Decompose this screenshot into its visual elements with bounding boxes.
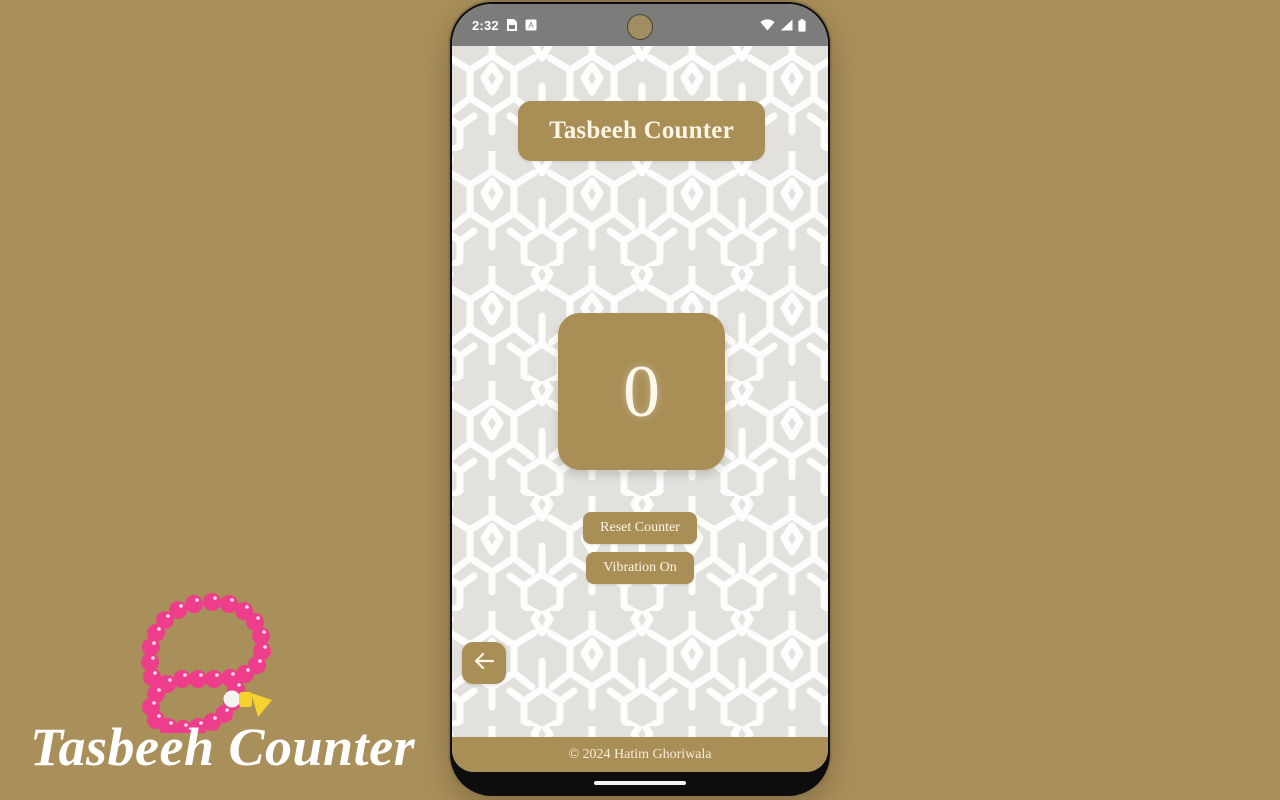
brand-title: Tasbeeh Counter <box>30 717 416 777</box>
svg-text:A: A <box>528 21 534 30</box>
status-bar-right-group <box>760 18 806 32</box>
footer-bar: © 2024 Hatim Ghoriwala <box>452 737 828 772</box>
phone-device-frame: 2:32 A Tasbeeh Counter 0 Reset Counter V… <box>450 2 830 796</box>
action-button-group: Reset Counter Vibration On <box>452 512 828 584</box>
status-bar: 2:32 A <box>452 4 828 46</box>
phone-screen: 2:32 A Tasbeeh Counter 0 Reset Counter V… <box>452 4 828 772</box>
counter-display[interactable]: 0 <box>558 313 725 470</box>
status-clock: 2:32 <box>472 17 499 33</box>
home-indicator[interactable] <box>594 781 686 785</box>
vibration-toggle-button[interactable]: Vibration On <box>586 552 694 584</box>
counter-value: 0 <box>623 350 660 433</box>
branding-panel: Tasbeeh Counter <box>0 0 452 800</box>
punch-hole-camera-icon <box>627 14 653 40</box>
arrow-left-icon <box>472 651 496 676</box>
screenshot-icon: A <box>525 19 537 31</box>
battery-icon <box>798 18 806 32</box>
reset-counter-button[interactable]: Reset Counter <box>583 512 697 544</box>
app-title-banner: Tasbeeh Counter <box>518 101 765 161</box>
copyright-text: © 2024 Hatim Ghoriwala <box>568 746 712 762</box>
app-title-text: Tasbeeh Counter <box>549 117 734 144</box>
sim-card-icon <box>506 18 518 32</box>
cellular-signal-icon <box>780 19 793 31</box>
back-button[interactable] <box>462 642 506 684</box>
system-navigation-bar <box>452 772 828 794</box>
prayer-beads-tasbeeh-icon <box>132 588 292 738</box>
status-bar-left-group: 2:32 A <box>472 18 537 33</box>
wifi-icon <box>760 19 775 31</box>
